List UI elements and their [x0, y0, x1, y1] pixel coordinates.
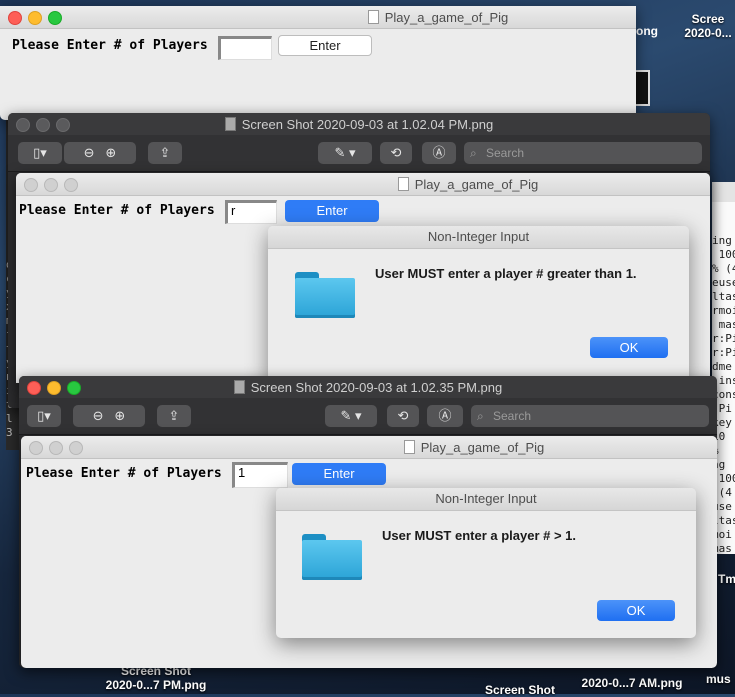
terminal-fragment: ong [636, 24, 658, 38]
preview-1-toolbar: ▯▾ ⊖ ⊕ ⇪ ✎ ▾ ⟲ Ⓐ ⌕ Search [8, 135, 710, 172]
document-icon [233, 380, 245, 394]
share-button[interactable]: ⇪ [157, 405, 191, 427]
players-input[interactable]: r [225, 200, 277, 224]
terminal-line: mas [718, 318, 735, 331]
terminal-line: l [6, 412, 13, 425]
zoom-buttons[interactable]: ⊖ ⊕ [64, 142, 136, 164]
search-placeholder: Search [486, 146, 525, 160]
pig-window-3: Play_a_game_of_Pig Please Enter # of Pla… [21, 436, 717, 668]
players-prompt-label: Please Enter # of Players [19, 203, 215, 218]
enter-button[interactable]: Enter [285, 200, 379, 222]
window-title-text: Play_a_game_of_Pig [420, 440, 545, 455]
preview-2-titlebar[interactable]: Screen Shot 2020-09-03 at 1.02.35 PM.png [19, 376, 717, 398]
desktop-file-label[interactable]: mus [706, 672, 731, 686]
desktop-file-label[interactable]: Screen Shot [470, 683, 570, 697]
dialog-title: Non-Integer Input [276, 488, 696, 511]
non-integer-dialog: Non-Integer Input User MUST enter a play… [268, 226, 689, 383]
window-title-text: Play_a_game_of_Pig [384, 10, 509, 25]
share-icon: ⇪ [168, 408, 180, 423]
pig-window-2: Play_a_game_of_Pig Please Enter # of Pla… [16, 173, 710, 383]
players-prompt-label: Please Enter # of Players [26, 466, 222, 481]
sidebar-toggle-button[interactable]: ▯▾ [27, 405, 61, 427]
non-integer-dialog: Non-Integer Input User MUST enter a play… [276, 488, 696, 638]
ok-button[interactable]: OK [597, 600, 675, 621]
zoom-in-icon[interactable]: ⊕ [114, 408, 125, 423]
window-title-text: Play_a_game_of_Pig [414, 177, 539, 192]
pen-icon: ✎ [334, 145, 346, 160]
markup-pen-button[interactable]: ✎ ▾ [325, 405, 377, 427]
zoom-buttons[interactable]: ⊖ ⊕ [73, 405, 145, 427]
window-title: Play_a_game_of_Pig [21, 440, 717, 455]
search-field[interactable]: ⌕ Search [471, 405, 709, 427]
zoom-in-icon[interactable]: ⊕ [105, 145, 116, 160]
preview-1-titlebar[interactable]: Screen Shot 2020-09-03 at 1.02.04 PM.png [8, 113, 710, 135]
desktop-file-label[interactable]: Scree 2020-0... [678, 12, 735, 40]
terminal-line: 3 [6, 426, 13, 439]
desktop-dark-window-edge [636, 70, 650, 106]
markup-icon: Ⓐ [432, 145, 446, 160]
window-title-text: Screen Shot 2020-09-03 at 1.02.04 PM.png [241, 117, 494, 132]
search-icon: ⌕ [470, 146, 477, 160]
preview-2-toolbar: ▯▾ ⊖ ⊕ ⇪ ✎ ▾ ⟲ Ⓐ ⌕ Search [19, 398, 717, 435]
terminal-line: dme [712, 360, 732, 373]
desktop-file-label[interactable]: Screen Shot 2020-0...7 PM.png [92, 664, 220, 692]
players-input[interactable] [218, 36, 272, 60]
zoom-out-icon[interactable]: ⊖ [84, 145, 95, 160]
preview-window-2: Screen Shot 2020-09-03 at 1.02.35 PM.png… [19, 376, 717, 668]
markup-button[interactable]: Ⓐ [422, 142, 456, 164]
terminal-line: rmoi [712, 304, 735, 317]
rotate-icon: ⟲ [397, 408, 409, 423]
document-icon [367, 10, 379, 24]
desktop-file-label[interactable]: 2020-0...7 AM.png [572, 676, 692, 690]
terminal-line: 100 [718, 248, 735, 261]
pig-window-1: Play_a_game_of_Pig Please Enter # of Pla… [0, 6, 636, 120]
folder-icon [302, 534, 362, 580]
document-icon [397, 177, 409, 191]
window-title: Screen Shot 2020-09-03 at 1.02.04 PM.png [8, 117, 710, 132]
markup-pen-button[interactable]: ✎ ▾ [318, 142, 372, 164]
enter-button[interactable]: Enter [292, 463, 386, 485]
zoom-out-icon[interactable]: ⊖ [93, 408, 104, 423]
pig-window-2-titlebar[interactable]: Play_a_game_of_Pig [16, 173, 710, 196]
dialog-message: User MUST enter a player # greater than … [375, 266, 637, 281]
terminal-line: r:Pi [712, 332, 735, 345]
window-title: Play_a_game_of_Pig [0, 10, 636, 25]
pig-window-3-titlebar[interactable]: Play_a_game_of_Pig [21, 436, 717, 459]
search-icon: ⌕ [477, 409, 484, 423]
players-input[interactable]: 1 [232, 462, 288, 488]
sidebar-toggle-button[interactable]: ▯▾ [18, 142, 62, 164]
search-field[interactable]: ⌕ Search [464, 142, 702, 164]
desktop-label-tm: Tm [718, 572, 735, 586]
enter-button[interactable]: Enter [278, 35, 372, 56]
markup-icon: Ⓐ [438, 408, 452, 423]
pig-window-1-titlebar[interactable]: Play_a_game_of_Pig [0, 6, 636, 29]
window-title: Screen Shot 2020-09-03 at 1.02.35 PM.png [19, 380, 717, 395]
ok-button[interactable]: OK [590, 337, 668, 358]
share-icon: ⇪ [159, 145, 171, 160]
folder-icon [295, 272, 355, 318]
dialog-title: Non-Integer Input [268, 226, 689, 249]
window-title: Play_a_game_of_Pig [16, 177, 710, 192]
search-placeholder: Search [493, 409, 532, 423]
pen-icon: ✎ [340, 408, 352, 423]
document-icon [224, 117, 236, 131]
markup-button[interactable]: Ⓐ [427, 405, 463, 427]
terminal-line: % (4 [712, 262, 735, 275]
rotate-button[interactable]: ⟲ [387, 405, 419, 427]
terminal-titlebar [712, 182, 735, 202]
rotate-button[interactable]: ⟲ [380, 142, 412, 164]
terminal-line: r:Pi [712, 346, 735, 359]
terminal-line: euse [712, 276, 735, 289]
terminal-line: ltas [712, 290, 735, 303]
window-title-text: Screen Shot 2020-09-03 at 1.02.35 PM.png [250, 380, 503, 395]
document-icon [403, 440, 415, 454]
dialog-message: User MUST enter a player # > 1. [382, 528, 577, 543]
share-button[interactable]: ⇪ [148, 142, 182, 164]
rotate-icon: ⟲ [390, 145, 402, 160]
players-prompt-label: Please Enter # of Players [12, 38, 208, 53]
terminal-line: ing [712, 234, 732, 247]
